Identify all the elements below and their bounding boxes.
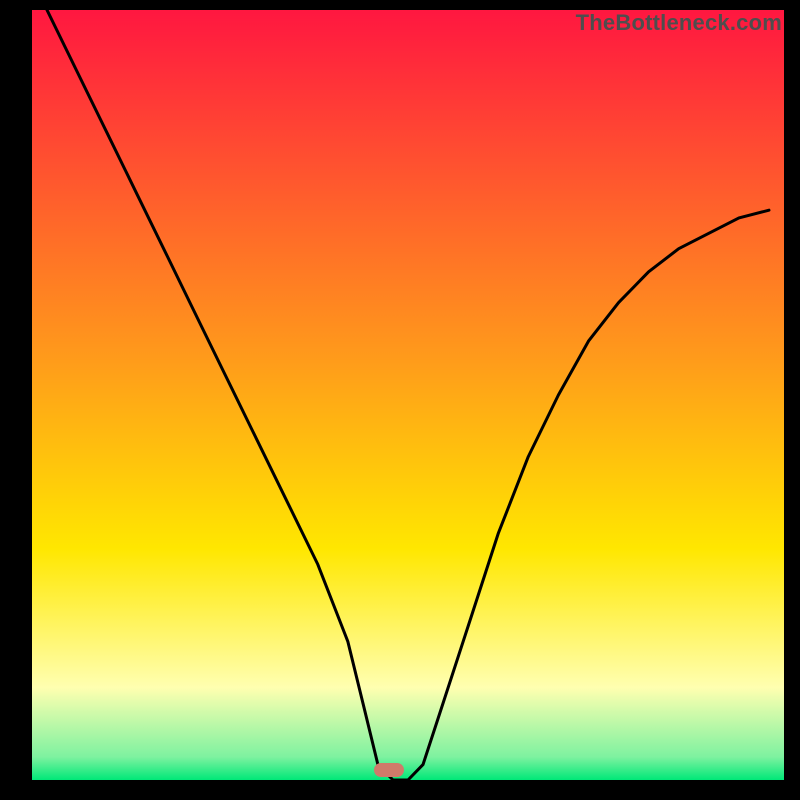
optimum-marker-icon: [374, 763, 404, 777]
gradient-background: [32, 10, 784, 780]
chart-container: { "watermark": "TheBottleneck.com", "col…: [0, 0, 800, 800]
bottleneck-chart: [32, 10, 784, 780]
watermark-text: TheBottleneck.com: [576, 10, 782, 36]
